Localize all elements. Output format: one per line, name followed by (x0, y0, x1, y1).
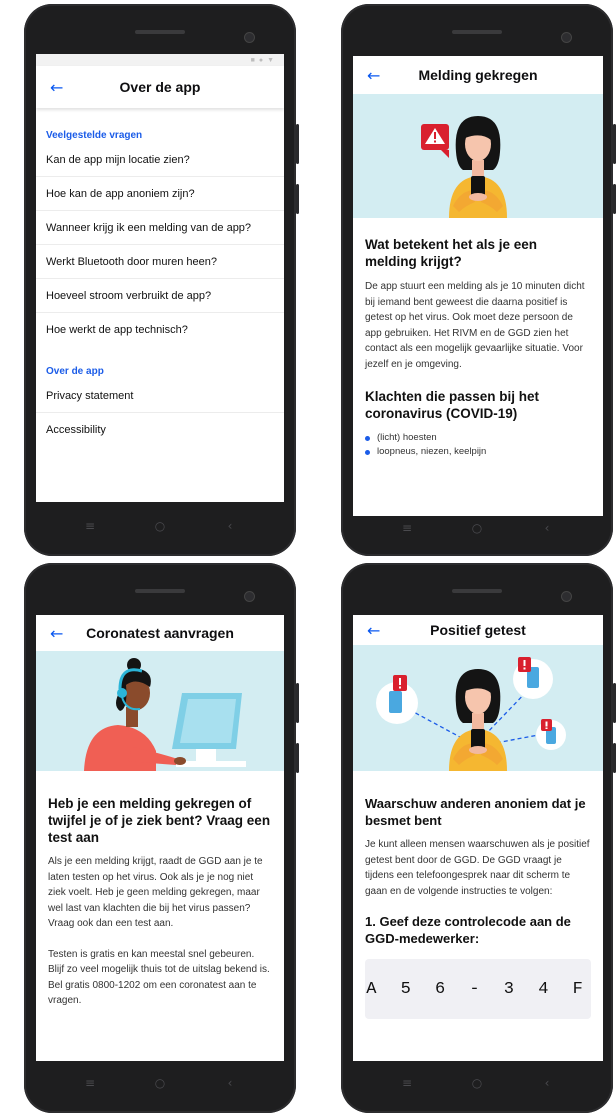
power-button (296, 184, 299, 214)
volume-button (296, 683, 299, 723)
back-arrow-icon[interactable]: ← (367, 66, 380, 85)
menu-icon[interactable]: ≡ (55, 519, 125, 533)
body-text: Je kunt alleen mensen waarschuwen als je… (365, 839, 590, 897)
screen-over-de-app: ■ ● ▼ ← Over de app Veelgestelde vragen … (36, 54, 284, 502)
back-icon[interactable]: ‹ (512, 1076, 582, 1090)
content-area: Waarschuw anderen anoniem dat je besmet … (353, 771, 603, 1019)
page-title: Coronatest aanvragen (86, 625, 234, 641)
home-icon[interactable]: ○ (125, 1076, 195, 1090)
home-icon[interactable]: ○ (125, 519, 195, 533)
app-bar: ← Melding gekregen (353, 56, 603, 94)
system-nav-bar: ≡ ○ ‹ (341, 1071, 613, 1095)
home-icon[interactable]: ○ (442, 1076, 512, 1090)
hero-illustration (36, 651, 284, 771)
bullet-dot (365, 449, 370, 455)
list-item-faq[interactable]: Hoe werkt de app technisch? (36, 313, 284, 346)
list-item-faq[interactable]: Hoe kan de app anoniem zijn? (36, 177, 284, 211)
front-camera (244, 591, 255, 602)
body-text: Als je een melding krijgt, raadt de GGD … (48, 856, 263, 929)
step-heading: 1. Geef deze controlecode aan de GGD-med… (365, 914, 571, 946)
back-icon[interactable]: ‹ (195, 1076, 265, 1090)
back-arrow-icon[interactable]: ← (50, 624, 63, 643)
bullet-text: (licht) hoesten (377, 432, 437, 443)
section-heading: Wat betekent het als je een melding krij… (365, 237, 538, 269)
page-title: Positief getest (430, 622, 526, 638)
screen-coronatest-aanvragen: ← Coronatest aanvragen Heb je een meldin… (36, 615, 284, 1061)
woman-receiving-alert-illustration (421, 116, 507, 218)
app-bar: ← Over de app (36, 66, 284, 108)
screen-positief-getest: ← Positief getest Waarschuw anderen anon… (353, 615, 603, 1061)
section-label-about: Over de app (46, 366, 104, 377)
back-icon[interactable]: ‹ (512, 521, 582, 535)
page-title: Melding gekregen (418, 67, 538, 83)
system-nav-bar: ≡ ○ ‹ (24, 1071, 296, 1095)
section-heading: Waarschuw anderen anoniem dat je besmet … (365, 796, 586, 828)
hero-illustration (353, 94, 603, 218)
status-bar: ■ ● ▼ (36, 54, 284, 66)
phone-frame-over-de-app: ■ ● ▼ ← Over de app Veelgestelde vragen … (24, 4, 299, 556)
app-bar: ← Positief getest (353, 615, 603, 645)
control-code-box: A 5 6 - 3 4 F (365, 959, 591, 1019)
bullet-text: loopneus, niezen, keelpijn (377, 446, 487, 457)
menu-icon[interactable]: ≡ (55, 1076, 125, 1090)
power-button (296, 743, 299, 773)
speaker-grille (452, 589, 502, 593)
woman-warning-contacts-illustration (376, 657, 566, 771)
section-label-faq: Veelgestelde vragen (46, 130, 143, 141)
speaker-grille (135, 30, 185, 34)
section-heading: Heb je een melding gekregen of twijfel j… (48, 796, 271, 845)
content-area: Wat betekent het als je een melding krij… (353, 218, 603, 459)
list-item-faq[interactable]: Hoeveel stroom verbruikt de app? (36, 279, 284, 313)
section-heading: Klachten die passen bij het coronavirus … (365, 389, 540, 421)
phone-frame-coronatest-aanvragen: ← Coronatest aanvragen Heb je een meldin… (24, 563, 299, 1113)
list-item-faq[interactable]: Wanneer krijg ik een melding van de app? (36, 211, 284, 245)
hero-illustration (353, 645, 603, 771)
front-camera (244, 32, 255, 43)
page-title: Over de app (119, 79, 201, 95)
app-bar: ← Coronatest aanvragen (36, 615, 284, 651)
volume-button (296, 124, 299, 164)
system-nav-bar: ≡ ○ ‹ (341, 516, 613, 540)
control-code: A 5 6 - 3 4 F (366, 979, 590, 999)
list-item: loopneus, niezen, keelpijn (365, 445, 591, 459)
body-text: De app stuurt een melding als je 10 minu… (365, 281, 585, 370)
status-icon: ● (258, 56, 264, 64)
list-item-faq[interactable]: Werkt Bluetooth door muren heen? (36, 245, 284, 279)
call-center-agent-illustration (84, 658, 246, 771)
screen-melding-gekregen: ← Melding gekregen Wat betekent het als … (353, 56, 603, 516)
back-arrow-icon[interactable]: ← (50, 78, 63, 97)
list-item-privacy-statement[interactable]: Privacy statement (36, 379, 284, 413)
front-camera (561, 591, 572, 602)
speaker-grille (452, 30, 502, 34)
system-nav-bar: ≡ ○ ‹ (24, 514, 296, 538)
home-icon[interactable]: ○ (442, 521, 512, 535)
back-arrow-icon[interactable]: ← (367, 621, 380, 640)
content-area: Heb je een melding gekregen of twijfel j… (36, 771, 284, 1009)
front-camera (561, 32, 572, 43)
phone-frame-melding-gekregen: ← Melding gekregen Wat betekent het als … (341, 4, 616, 556)
menu-icon[interactable]: ≡ (372, 521, 442, 535)
menu-icon[interactable]: ≡ (372, 1076, 442, 1090)
speaker-grille (135, 589, 185, 593)
back-icon[interactable]: ‹ (195, 519, 265, 533)
status-icon: ▼ (267, 56, 274, 64)
status-icon: ■ (250, 56, 255, 64)
list-item-accessibility[interactable]: Accessibility (36, 413, 284, 446)
list-item-faq[interactable]: Kan de app mijn locatie zien? (36, 143, 284, 177)
bullet-dot (365, 435, 370, 441)
phone-frame-positief-getest: ← Positief getest Waarschuw anderen anon… (341, 563, 616, 1113)
body-text: Testen is gratis en kan meestal snel geb… (48, 948, 270, 1007)
list-item: (licht) hoesten (365, 431, 591, 445)
